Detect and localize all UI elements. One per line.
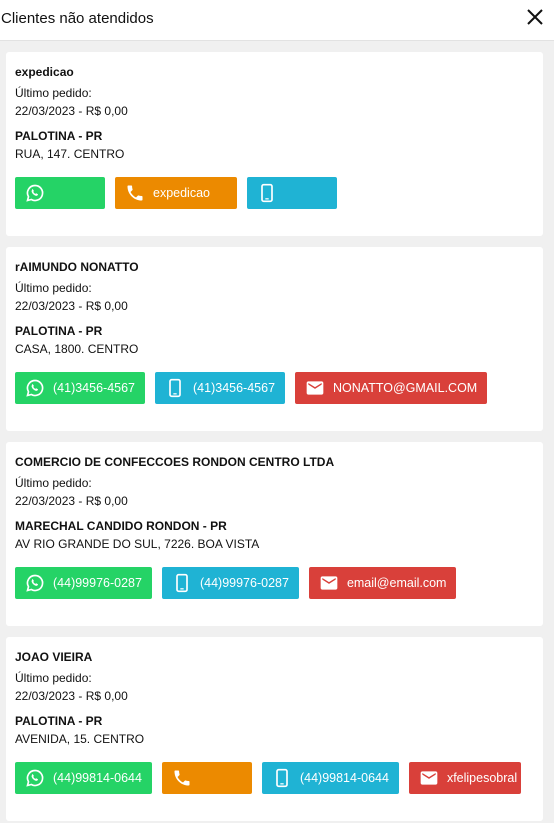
last-order-value: 22/03/2023 - R$ 0,00 xyxy=(15,494,128,508)
whatsapp-icon xyxy=(25,768,45,788)
email-button[interactable]: xfelipesobral xyxy=(408,762,521,794)
client-city: PALOTINA - PR xyxy=(15,129,103,143)
mobile-number: (44)99814-0644 xyxy=(299,771,389,785)
whatsapp-number: (44)99814-0644 xyxy=(53,771,142,785)
contact-actions: (44)99976-0287 (44)99976-0287 email@emai… xyxy=(15,567,534,599)
client-address: AVENIDA, 15. CENTRO xyxy=(15,732,145,746)
mobile-button[interactable]: (41)3456-4567 xyxy=(155,372,286,404)
last-order-label: Último pedido: xyxy=(15,476,92,490)
mobile-phone-icon xyxy=(257,183,277,203)
mobile-button[interactable]: (44)99814-0644 xyxy=(261,762,399,794)
email-address: NONATTO@GMAIL.COM xyxy=(333,381,478,395)
phone-icon xyxy=(125,183,145,203)
email-icon xyxy=(319,573,339,593)
whatsapp-number: (44)99976-0287 xyxy=(53,576,142,590)
client-card: COMERCIO DE CONFECCOES RONDON CENTRO LTD… xyxy=(6,442,543,626)
last-order-value: 22/03/2023 - R$ 0,00 xyxy=(15,299,128,313)
mobile-phone-icon xyxy=(272,768,292,788)
header-bar: Clientes não atendidos xyxy=(0,0,554,41)
last-order-value: 22/03/2023 - R$ 0,00 xyxy=(15,689,128,703)
last-order-label: Último pedido: xyxy=(15,86,92,100)
whatsapp-button[interactable] xyxy=(15,177,105,209)
whatsapp-icon xyxy=(25,183,45,203)
whatsapp-button[interactable]: (44)99814-0644 xyxy=(15,762,152,794)
last-order-value: 22/03/2023 - R$ 0,00 xyxy=(15,104,128,118)
phone-button[interactable] xyxy=(161,762,252,794)
close-icon[interactable] xyxy=(526,8,546,28)
email-button[interactable]: email@email.com xyxy=(308,567,457,599)
email-icon xyxy=(419,768,439,788)
client-address: CASA, 1800. CENTRO xyxy=(15,342,139,356)
email-address: email@email.com xyxy=(346,576,447,590)
mobile-button[interactable] xyxy=(247,177,337,209)
client-address: RUA, 147. CENTRO xyxy=(15,147,125,161)
client-city: MARECHAL CANDIDO RONDON - PR xyxy=(15,519,227,533)
whatsapp-button[interactable]: (44)99976-0287 xyxy=(15,567,152,599)
mobile-phone-icon xyxy=(165,378,185,398)
whatsapp-button[interactable]: (41)3456-4567 xyxy=(15,372,146,404)
client-city: PALOTINA - PR xyxy=(15,324,103,338)
mobile-phone-icon xyxy=(172,573,192,593)
whatsapp-number: (41)3456-4567 xyxy=(53,381,136,395)
client-city: PALOTINA - PR xyxy=(15,714,103,728)
page-title: Clientes não atendidos xyxy=(1,10,154,27)
client-name: expedicao xyxy=(15,65,74,79)
last-order-label: Último pedido: xyxy=(15,281,92,295)
email-button[interactable]: NONATTO@GMAIL.COM xyxy=(295,372,488,404)
whatsapp-icon xyxy=(25,378,45,398)
last-order-label: Último pedido: xyxy=(15,671,92,685)
phone-button[interactable]: expedicao xyxy=(115,177,237,209)
client-name: COMERCIO DE CONFECCOES RONDON CENTRO LTD… xyxy=(15,455,335,469)
whatsapp-icon xyxy=(25,573,45,593)
client-card: expedicao Último pedido: 22/03/2023 - R$… xyxy=(6,52,543,236)
client-address: AV RIO GRANDE DO SUL, 7226. BOA VISTA xyxy=(15,537,260,551)
client-name: rAIMUNDO NONATTO xyxy=(15,260,139,274)
contact-actions: (44)99814-0644 (44)99814-0644 xfelipesob… xyxy=(15,762,534,794)
client-card: JOAO VIEIRA Último pedido: 22/03/2023 - … xyxy=(6,637,543,821)
phone-icon xyxy=(172,768,192,788)
client-name: JOAO VIEIRA xyxy=(15,650,93,664)
phone-number: expedicao xyxy=(153,186,210,200)
contact-actions: expedicao xyxy=(15,177,534,209)
mobile-button[interactable]: (44)99976-0287 xyxy=(161,567,299,599)
client-card: rAIMUNDO NONATTO Último pedido: 22/03/20… xyxy=(6,247,543,431)
client-list: expedicao Último pedido: 22/03/2023 - R$… xyxy=(6,52,543,823)
contact-actions: (41)3456-4567 (41)3456-4567 NONATTO@GMAI… xyxy=(15,372,534,404)
email-icon xyxy=(305,378,325,398)
mobile-number: (44)99976-0287 xyxy=(199,576,289,590)
mobile-number: (41)3456-4567 xyxy=(193,381,276,395)
email-address: xfelipesobral xyxy=(446,771,518,785)
